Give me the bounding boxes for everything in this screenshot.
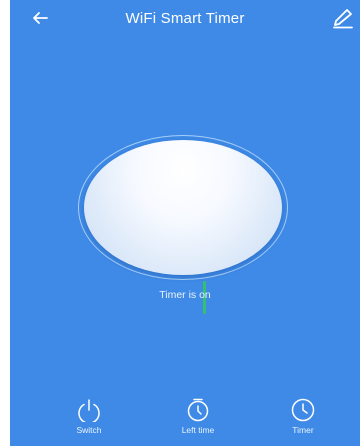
timer-dial[interactable] xyxy=(84,140,282,314)
timer-button[interactable]: Timer xyxy=(268,398,338,444)
stopwatch-icon xyxy=(187,398,209,422)
switch-button[interactable]: Switch xyxy=(54,398,124,444)
clock-icon xyxy=(291,398,315,422)
app-screen: WiFi Smart Timer Timer is on Switch Left… xyxy=(0,0,364,446)
page-title: WiFi Smart Timer xyxy=(125,10,245,27)
pencil-icon xyxy=(333,9,353,29)
edit-button[interactable] xyxy=(331,7,355,29)
left-time-button[interactable]: Left time xyxy=(163,398,233,444)
power-icon xyxy=(78,399,100,422)
timer-status-text: Timer is on xyxy=(159,289,211,301)
timer-label: Timer xyxy=(292,425,314,435)
edge-strip xyxy=(360,0,364,446)
left-time-label: Left time xyxy=(181,425,215,435)
switch-label: Switch xyxy=(76,425,102,435)
main-panel: WiFi Smart Timer Timer is on Switch Left… xyxy=(10,0,360,446)
header-bar: WiFi Smart Timer xyxy=(10,0,360,40)
